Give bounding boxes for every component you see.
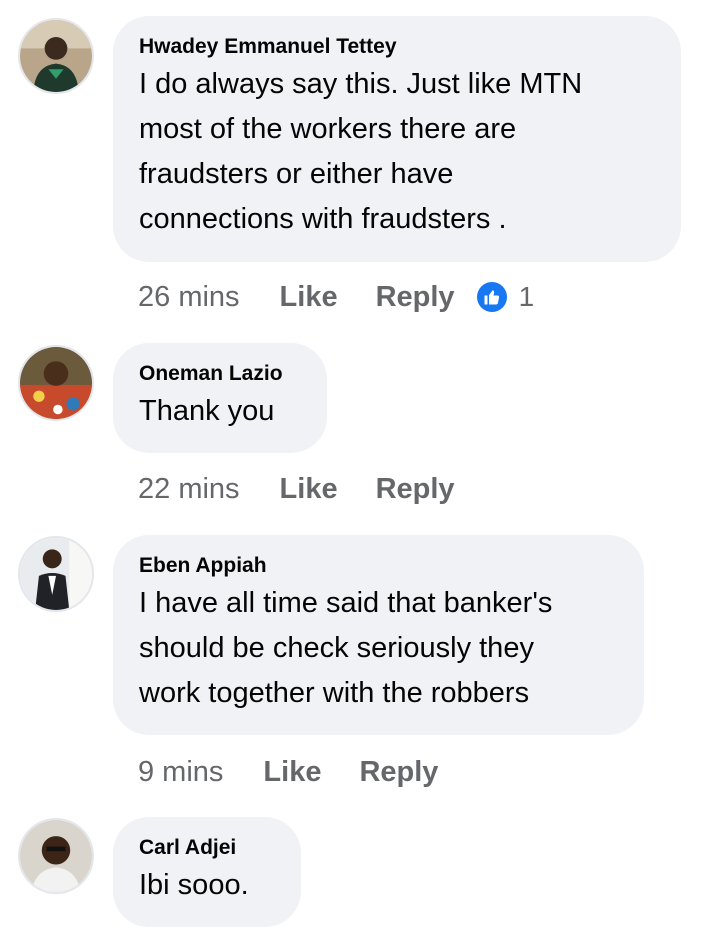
avatar-image bbox=[20, 820, 92, 892]
like-button[interactable]: Like bbox=[280, 473, 338, 506]
comment-bubble: Eben Appiah I have all time said that ba… bbox=[113, 535, 644, 735]
comment-text: Thank you bbox=[139, 389, 301, 434]
avatar[interactable] bbox=[18, 818, 94, 894]
comment-text-line: fraudsters or either have bbox=[139, 158, 454, 190]
like-button[interactable]: Like bbox=[263, 756, 321, 789]
avatar[interactable] bbox=[18, 345, 94, 421]
comment-author[interactable]: Hwadey Emmanuel Tettey bbox=[139, 34, 655, 60]
avatar[interactable] bbox=[18, 18, 94, 94]
avatar-image bbox=[20, 20, 92, 92]
comment-text-line: I have all time said that banker's bbox=[139, 587, 553, 619]
comment-timestamp[interactable]: 22 mins bbox=[138, 473, 240, 506]
reaction-summary[interactable]: 1 bbox=[476, 281, 535, 313]
comment-author[interactable]: Oneman Lazio bbox=[139, 361, 301, 387]
comment-bubble: Carl Adjei Ibi sooo. bbox=[113, 817, 301, 927]
comment-author[interactable]: Carl Adjei bbox=[139, 835, 275, 861]
comment-bubble: Hwadey Emmanuel Tettey I do always say t… bbox=[113, 16, 681, 262]
reply-button[interactable]: Reply bbox=[376, 281, 455, 314]
comment-text-line: should be check seriously they bbox=[139, 632, 534, 664]
comment-text-line: Ibi sooo. bbox=[139, 869, 249, 901]
comment-text-line: Thank you bbox=[139, 395, 275, 427]
comment-text: I have all time said that banker's shoul… bbox=[139, 581, 618, 716]
comment-bubble: Oneman Lazio Thank you bbox=[113, 343, 327, 453]
reply-button[interactable]: Reply bbox=[376, 473, 455, 506]
comment-text: I do always say this. Just like MTN most… bbox=[139, 62, 655, 242]
comment-text-line: I do always say this. Just like MTN bbox=[139, 68, 583, 100]
avatar[interactable] bbox=[18, 536, 94, 612]
comment-text: Ibi sooo. bbox=[139, 863, 275, 908]
comment-timestamp[interactable]: 9 mins bbox=[138, 756, 223, 789]
comment-actions: 9 mins Like Reply bbox=[138, 752, 438, 792]
thumbs-up-icon bbox=[476, 282, 507, 312]
comment-actions: 22 mins Like Reply bbox=[138, 469, 455, 509]
reply-button[interactable]: Reply bbox=[359, 756, 438, 789]
avatar-image bbox=[20, 538, 92, 610]
comment-text-line: most of the workers there are bbox=[139, 113, 517, 145]
comment-text-line: connections with fraudsters . bbox=[139, 203, 507, 235]
comment-actions: 26 mins Like Reply 1 bbox=[138, 277, 534, 317]
like-button[interactable]: Like bbox=[280, 281, 338, 314]
comment-author[interactable]: Eben Appiah bbox=[139, 553, 618, 579]
comment-text-line: work together with the robbers bbox=[139, 677, 530, 709]
avatar-image bbox=[20, 347, 92, 419]
comment-timestamp[interactable]: 26 mins bbox=[138, 281, 240, 314]
reaction-count: 1 bbox=[518, 281, 535, 312]
